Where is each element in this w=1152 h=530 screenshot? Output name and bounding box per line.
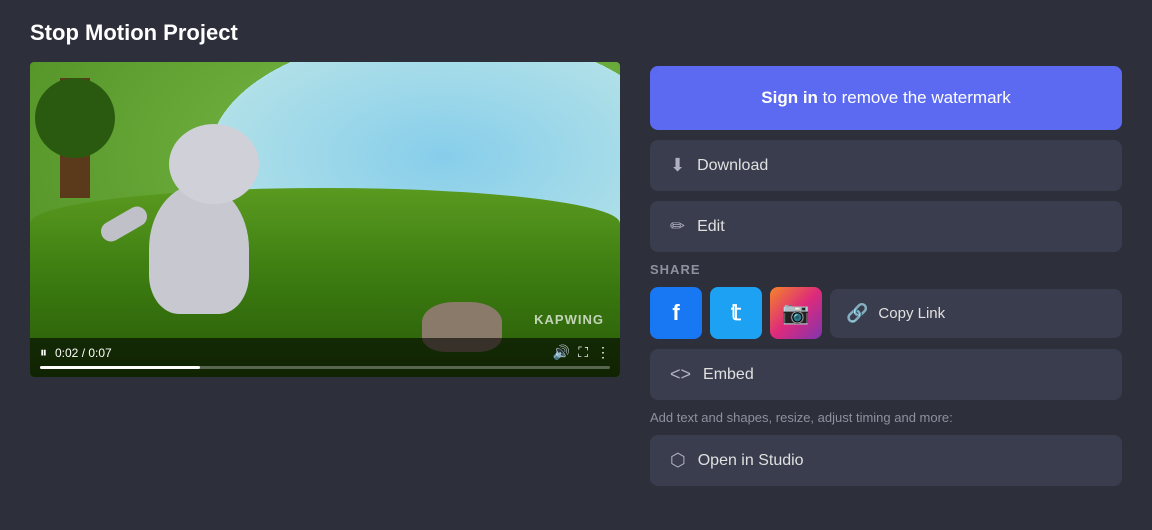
- sign-in-button[interactable]: Sign in to remove the watermark: [650, 66, 1122, 130]
- video-controls: ⏸ 0:02 / 0:07 🔊 ⛶ ⋮: [30, 338, 620, 377]
- video-player[interactable]: KAPWING ⏸ 0:02 / 0:07 🔊 ⛶ ⋮: [30, 62, 620, 377]
- watermark: KAPWING: [534, 312, 604, 327]
- edit-button[interactable]: ✏ Edit: [650, 201, 1122, 252]
- download-icon: ⬇: [670, 155, 685, 176]
- tree-top: [35, 78, 115, 158]
- open-studio-label: Open in Studio: [698, 452, 804, 470]
- tree-trunk: [60, 78, 90, 198]
- video-thumbnail: [30, 62, 620, 377]
- sign-in-rest: to remove the watermark: [818, 88, 1011, 107]
- instagram-button[interactable]: 📷: [770, 287, 822, 339]
- time-display: 0:02 / 0:07: [55, 346, 112, 360]
- open-in-studio-button[interactable]: ⬡ Open in Studio: [650, 435, 1122, 486]
- edit-label: Edit: [697, 218, 725, 236]
- facebook-button[interactable]: f: [650, 287, 702, 339]
- controls-row: ⏸ 0:02 / 0:07 🔊 ⛶ ⋮: [40, 344, 610, 361]
- add-text-hint: Add text and shapes, resize, adjust timi…: [650, 410, 1122, 425]
- open-studio-icon: ⬡: [670, 450, 686, 471]
- progress-fill: [40, 366, 200, 369]
- progress-bar[interactable]: [40, 366, 610, 369]
- share-label: SHARE: [650, 262, 1122, 277]
- video-section: KAPWING ⏸ 0:02 / 0:07 🔊 ⛶ ⋮: [30, 62, 620, 510]
- copy-link-button[interactable]: 🔗 Copy Link: [830, 289, 1122, 338]
- download-button[interactable]: ⬇ Download: [650, 140, 1122, 191]
- volume-icon[interactable]: 🔊: [553, 344, 570, 361]
- more-options-icon[interactable]: ⋮: [596, 344, 610, 361]
- instagram-icon: 📷: [782, 300, 809, 326]
- main-content: KAPWING ⏸ 0:02 / 0:07 🔊 ⛶ ⋮: [30, 62, 1122, 510]
- embed-button[interactable]: <> Embed: [650, 349, 1122, 400]
- embed-icon: <>: [670, 364, 691, 385]
- link-icon: 🔗: [846, 303, 868, 324]
- right-panel: Sign in to remove the watermark ⬇ Downlo…: [650, 62, 1122, 510]
- bear-body: [149, 184, 249, 314]
- pause-button[interactable]: ⏸: [40, 344, 47, 361]
- page-container: Stop Motion Project: [0, 0, 1152, 530]
- page-title: Stop Motion Project: [30, 20, 1122, 46]
- facebook-icon: f: [672, 300, 679, 326]
- bear-head: [169, 124, 259, 204]
- edit-icon: ✏: [670, 216, 685, 237]
- twitter-icon: 𝕥: [731, 300, 741, 326]
- copy-link-label: Copy Link: [878, 305, 945, 322]
- sign-in-bold: Sign in: [761, 88, 818, 107]
- scene-animal: [119, 94, 319, 314]
- download-label: Download: [697, 157, 768, 175]
- share-row: f 𝕥 📷 🔗 Copy Link: [650, 287, 1122, 339]
- embed-label: Embed: [703, 366, 754, 384]
- share-section: SHARE f 𝕥 📷 🔗 Copy Link: [650, 262, 1122, 339]
- fullscreen-icon[interactable]: ⛶: [578, 344, 588, 361]
- twitter-button[interactable]: 𝕥: [710, 287, 762, 339]
